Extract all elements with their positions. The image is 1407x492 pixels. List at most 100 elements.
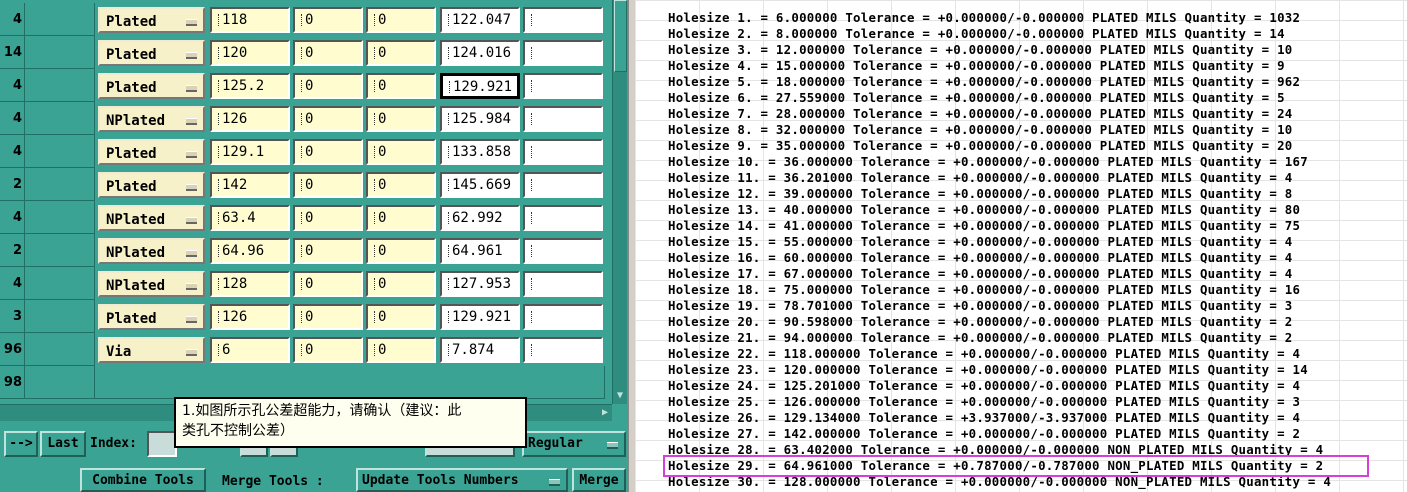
tolerance-minus-input[interactable]: 0: [366, 304, 436, 330]
text-cursor-icon: [218, 179, 221, 191]
tolerance-plus-input[interactable]: 0: [293, 304, 363, 330]
tolerance-minus-input[interactable]: 0: [366, 271, 436, 297]
plating-dropdown[interactable]: Plated: [98, 7, 205, 33]
finish-size-input[interactable]: 133.858: [440, 139, 520, 165]
drill-size-input[interactable]: 63.4: [210, 205, 290, 231]
extra-input[interactable]: [523, 337, 603, 363]
finish-size-value: 127.953: [452, 276, 512, 292]
quantity-cell: 4: [0, 135, 25, 168]
finish-size-input[interactable]: 62.992: [440, 205, 520, 231]
extra-input[interactable]: [523, 205, 603, 231]
drill-size-input[interactable]: 118: [210, 7, 290, 33]
update-tools-dropdown-label: Update Tools Numbers: [362, 473, 519, 488]
update-tools-dropdown[interactable]: Update Tools Numbers: [356, 468, 568, 492]
tolerance-plus-input[interactable]: 0: [293, 40, 363, 66]
finish-size-input[interactable]: 127.953: [440, 271, 520, 297]
last-button[interactable]: Last: [40, 431, 86, 457]
tolerance-plus-input[interactable]: 0: [293, 238, 363, 264]
extra-input[interactable]: [523, 73, 603, 99]
plating-dropdown[interactable]: NPlated: [98, 238, 205, 264]
extra-input[interactable]: [523, 271, 603, 297]
extra-input[interactable]: [523, 106, 603, 132]
dropdown-indicator-icon: [186, 283, 197, 290]
tolerance-minus-input[interactable]: 0: [366, 106, 436, 132]
quantity-cell: 4: [0, 267, 25, 300]
tolerance-minus-input[interactable]: 0: [366, 7, 436, 33]
tolerance-minus-input[interactable]: 0: [366, 40, 436, 66]
plating-dropdown[interactable]: NPlated: [98, 205, 205, 231]
finish-size-input[interactable]: 129.921: [440, 304, 520, 330]
scroll-down-arrow-icon[interactable]: ▼: [614, 390, 626, 402]
hole-list-line: Holesize 24. = 125.201000 Tolerance = +0…: [668, 378, 1301, 393]
plating-dropdown[interactable]: NPlated: [98, 106, 205, 132]
tolerance-plus-input[interactable]: 0: [293, 7, 363, 33]
vertical-scrollbar[interactable]: ▼: [612, 0, 627, 404]
merge-button[interactable]: Merge: [572, 468, 626, 492]
finish-size-input[interactable]: 122.047: [440, 7, 520, 33]
scrollbar-thumb[interactable]: [614, 0, 627, 72]
drill-size-input[interactable]: 120: [210, 40, 290, 66]
tolerance-plus-input[interactable]: 0: [293, 172, 363, 198]
merge-tools-label: Merge Tools :: [222, 474, 324, 489]
finish-size-input[interactable]: 7.874: [440, 337, 520, 363]
tolerance-plus-input[interactable]: 0: [293, 73, 363, 99]
plating-dropdown[interactable]: Plated: [98, 172, 205, 198]
next-button[interactable]: -->: [4, 431, 38, 457]
finish-size-input[interactable]: 125.984: [440, 106, 520, 132]
tolerance-plus-input[interactable]: 0: [293, 205, 363, 231]
drill-size-input[interactable]: 126: [210, 106, 290, 132]
plating-dropdown[interactable]: NPlated: [98, 271, 205, 297]
tolerance-plus-input[interactable]: 0: [293, 139, 363, 165]
blank-cell: [25, 36, 95, 69]
extra-input[interactable]: [523, 7, 603, 33]
finish-size-input[interactable]: 145.669: [440, 172, 520, 198]
tolerance-plus-input[interactable]: 0: [293, 106, 363, 132]
drill-size-input[interactable]: 64.96: [210, 238, 290, 264]
hole-list-line: Holesize 25. = 126.000000 Tolerance = +0…: [668, 394, 1301, 409]
extra-input[interactable]: [523, 172, 603, 198]
regular-dropdown[interactable]: Regular: [522, 431, 626, 457]
plating-dropdown[interactable]: Plated: [98, 139, 205, 165]
drill-size-input[interactable]: 142: [210, 172, 290, 198]
tolerance-minus-input[interactable]: 0: [366, 205, 436, 231]
combine-tools-button[interactable]: Combine Tools: [80, 468, 206, 492]
hole-list-line: Holesize 18. = 75.000000 Tolerance = +0.…: [668, 282, 1301, 297]
index-input[interactable]: [147, 431, 177, 457]
tolerance-plus-input[interactable]: 0: [293, 337, 363, 363]
tolerance-plus-value: 0: [305, 177, 314, 193]
drill-size-input[interactable]: 125.2: [210, 73, 290, 99]
text-cursor-icon: [301, 344, 304, 356]
finish-size-input[interactable]: 129.921: [440, 73, 520, 99]
extra-input[interactable]: [523, 238, 603, 264]
finish-size-value: 129.921: [453, 79, 513, 95]
plating-dropdown[interactable]: Via: [98, 337, 205, 363]
hole-list-line: Holesize 11. = 36.201000 Tolerance = +0.…: [668, 170, 1293, 185]
plating-dropdown[interactable]: Plated: [98, 40, 205, 66]
extra-input[interactable]: [523, 40, 603, 66]
drill-size-input[interactable]: 6: [210, 337, 290, 363]
plating-dropdown[interactable]: Plated: [98, 73, 205, 99]
finish-size-input[interactable]: 124.016: [440, 40, 520, 66]
drill-size-input[interactable]: 129.1: [210, 139, 290, 165]
dropdown-indicator-icon: [186, 118, 197, 125]
annotation-line-2: 类孔不控制公差）: [182, 423, 294, 439]
tolerance-minus-input[interactable]: 0: [366, 238, 436, 264]
drill-size-input[interactable]: 126: [210, 304, 290, 330]
extra-input[interactable]: [523, 304, 603, 330]
extra-input[interactable]: [523, 139, 603, 165]
dropdown-indicator-icon: [186, 316, 197, 323]
tolerance-minus-input[interactable]: 0: [366, 73, 436, 99]
dropdown-indicator-icon: [186, 184, 197, 191]
tolerance-plus-input[interactable]: 0: [293, 271, 363, 297]
quantity-cell: 4: [0, 3, 25, 36]
scroll-right-arrow-icon[interactable]: ▶: [602, 407, 608, 418]
tolerance-minus-input[interactable]: 0: [366, 139, 436, 165]
tolerance-plus-value: 0: [305, 78, 314, 94]
tolerance-minus-input[interactable]: 0: [366, 172, 436, 198]
tolerance-minus-input[interactable]: 0: [366, 337, 436, 363]
plating-dropdown[interactable]: Plated: [98, 304, 205, 330]
text-cursor-icon: [218, 14, 221, 26]
drill-size-input[interactable]: 128: [210, 271, 290, 297]
finish-size-input[interactable]: 64.961: [440, 238, 520, 264]
tolerance-minus-value: 0: [378, 309, 387, 325]
